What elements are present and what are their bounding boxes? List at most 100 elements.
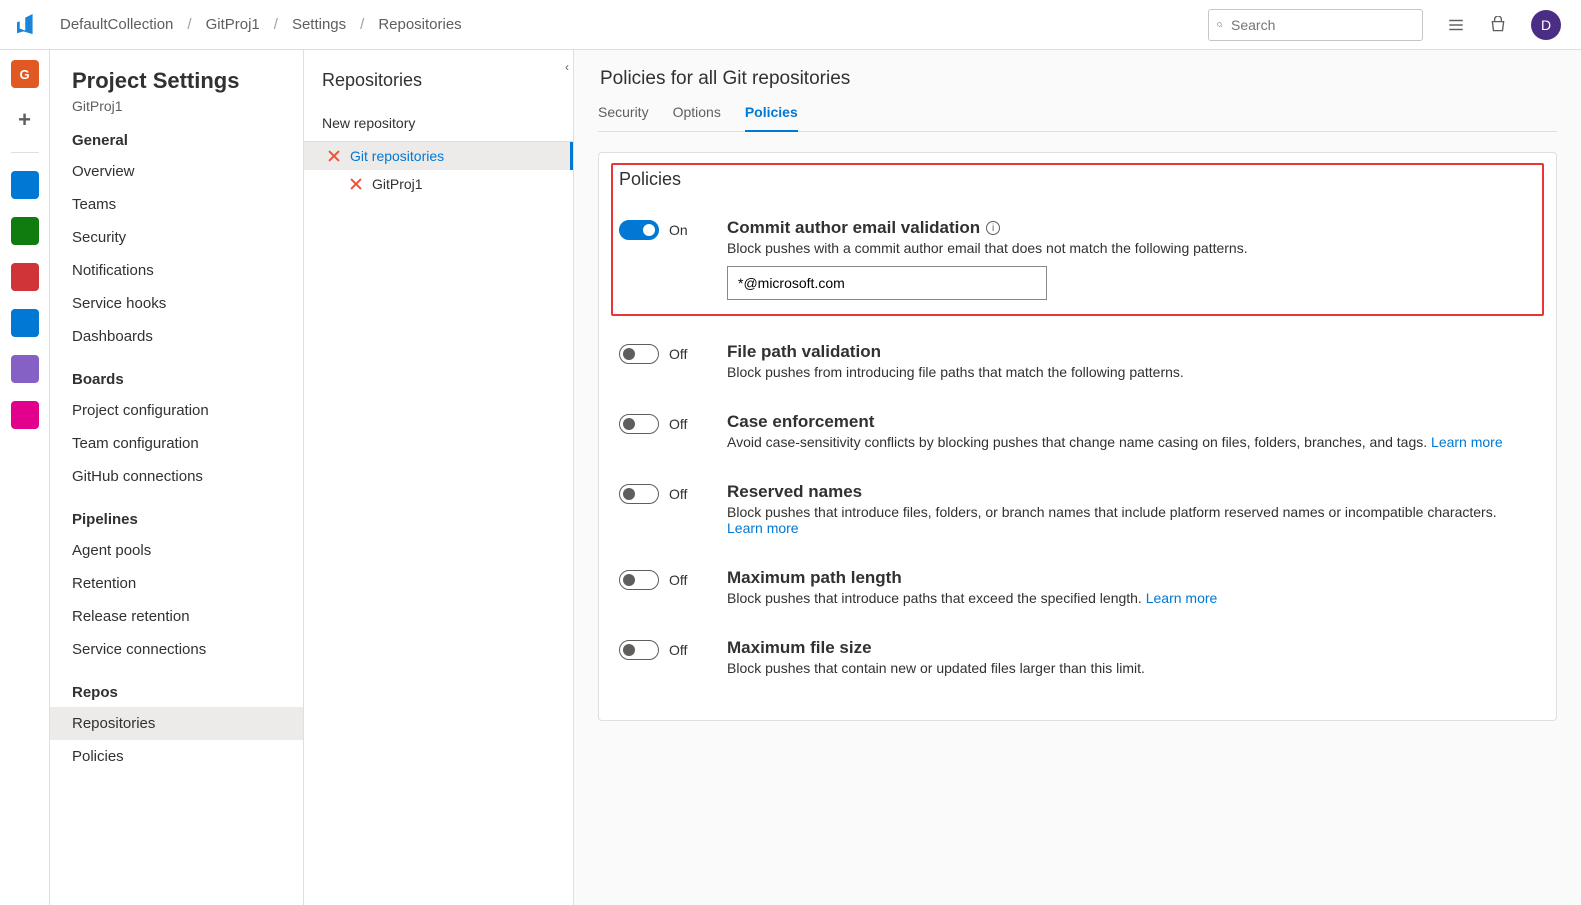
repos-subnav: ‹ Repositories New repository Git reposi… xyxy=(304,50,574,905)
settings-item-overview[interactable]: Overview xyxy=(50,155,303,188)
policy-desc: Block pushes with a commit author email … xyxy=(727,240,1536,256)
toggle-max-path[interactable] xyxy=(619,570,659,590)
policy-desc: Block pushes that introduce files, folde… xyxy=(727,504,1536,536)
settings-item-agent-pools[interactable]: Agent pools xyxy=(50,534,303,567)
policy-title: Case enforcement xyxy=(727,412,1536,432)
rail-market-icon[interactable] xyxy=(11,401,39,429)
policy-title: Reserved names xyxy=(727,482,1536,502)
repos-heading: Repositories xyxy=(322,70,573,91)
policy-row-max-file: OffMaximum file sizeBlock pushes that co… xyxy=(619,622,1536,692)
settings-item-policies[interactable]: Policies xyxy=(50,740,303,773)
toggle-file-path[interactable] xyxy=(619,344,659,364)
policies-card-heading: Policies xyxy=(619,169,1536,190)
toggle-state-label: Off xyxy=(669,642,687,658)
tab-security[interactable]: Security xyxy=(598,104,649,131)
tab-bar: Security Options Policies xyxy=(598,104,1557,132)
collapse-chevron-icon[interactable]: ‹ xyxy=(565,60,569,74)
toggle-case-enf[interactable] xyxy=(619,414,659,434)
rail-project-icon[interactable]: G xyxy=(11,60,39,88)
policy-body: Reserved namesBlock pushes that introduc… xyxy=(727,482,1536,536)
breadcrumb-sep: / xyxy=(360,16,364,33)
settings-item-dashboards[interactable]: Dashboards xyxy=(50,320,303,353)
topbar: DefaultCollection / GitProj1 / Settings … xyxy=(0,0,1581,50)
policy-desc: Block pushes from introducing file paths… xyxy=(727,364,1536,380)
toggle-wrap: Off xyxy=(619,568,705,590)
avatar[interactable]: D xyxy=(1531,10,1561,40)
marketplace-icon[interactable] xyxy=(1489,16,1507,34)
toggle-state-label: Off xyxy=(669,572,687,588)
toggle-wrap: Off xyxy=(619,638,705,660)
new-repository-link[interactable]: New repository xyxy=(304,105,573,142)
toggle-reserved[interactable] xyxy=(619,484,659,504)
settings-group-title: Boards xyxy=(72,371,303,388)
policy-desc: Block pushes that introduce paths that e… xyxy=(727,590,1536,606)
breadcrumb-sep: / xyxy=(187,16,191,33)
toggle-state-label: Off xyxy=(669,346,687,362)
policy-row-max-path: Off Maximum path length Block pushes that … xyxy=(619,552,1536,622)
rail-repos-icon[interactable] xyxy=(11,217,39,245)
tree-git-repositories[interactable]: Git repositories xyxy=(304,142,573,170)
tab-policies[interactable]: Policies xyxy=(745,104,798,132)
policy-body: Case enforcementAvoid case-sensitivity c… xyxy=(727,412,1536,450)
policy-title: Maximum path length xyxy=(727,568,1536,588)
settings-item-project-configuration[interactable]: Project configuration xyxy=(50,394,303,427)
settings-item-teams[interactable]: Teams xyxy=(50,188,303,221)
tree-root-label: Git repositories xyxy=(350,148,444,164)
policy-row-reserved: Off Reserved namesBlock pushes that intro… xyxy=(619,466,1536,552)
settings-group-title: Repos xyxy=(72,684,303,701)
project-name: GitProj1 xyxy=(72,98,303,114)
settings-item-service-connections[interactable]: Service connections xyxy=(50,633,303,666)
breadcrumb-item[interactable]: Settings xyxy=(292,16,346,33)
toggle-state-label: Off xyxy=(669,486,687,502)
rail-boards-icon[interactable] xyxy=(11,171,39,199)
policy-title: File path validation xyxy=(727,342,1536,362)
list-icon[interactable] xyxy=(1447,16,1465,34)
learn-more-link[interactable]: Learn more xyxy=(727,520,799,536)
policy-body: File path validation Block pushes from in… xyxy=(727,342,1536,380)
breadcrumb-item[interactable]: Repositories xyxy=(378,16,461,33)
learn-more-link[interactable]: Learn more xyxy=(1146,590,1218,606)
toggle-state-label: On xyxy=(669,222,688,238)
main-content: Policies for all Git repositories Securi… xyxy=(574,50,1581,905)
policy-body: Commit author email validationiBlock pus… xyxy=(727,218,1536,300)
policy-body: Maximum path length Block pushes that int… xyxy=(727,568,1536,606)
policy-row-case-enf: Off Case enforcementAvoid case-sensitivit… xyxy=(619,396,1536,466)
breadcrumb-item[interactable]: DefaultCollection xyxy=(60,16,173,33)
page-title: Policies for all Git repositories xyxy=(600,68,1557,90)
search-box[interactable] xyxy=(1208,9,1423,41)
settings-heading: Project Settings xyxy=(72,68,303,94)
toggle-wrap: Off xyxy=(619,412,705,434)
learn-more-link[interactable]: Learn more xyxy=(1431,434,1503,450)
settings-item-notifications[interactable]: Notifications xyxy=(50,254,303,287)
settings-group-title: Pipelines xyxy=(72,511,303,528)
settings-group-title: General xyxy=(72,132,303,149)
toggle-max-file[interactable] xyxy=(619,640,659,660)
topbar-actions: D xyxy=(1447,10,1565,40)
settings-item-release-retention[interactable]: Release retention xyxy=(50,600,303,633)
toggle-wrap: Off xyxy=(619,482,705,504)
rail-pipelines-icon[interactable] xyxy=(11,263,39,291)
settings-item-security[interactable]: Security xyxy=(50,221,303,254)
git-icon xyxy=(326,148,342,164)
git-icon xyxy=(348,176,364,192)
policy-row-commit-email: Policies On Commit author email validation… xyxy=(611,163,1544,316)
tab-options[interactable]: Options xyxy=(673,104,721,131)
settings-item-retention[interactable]: Retention xyxy=(50,567,303,600)
tree-repo-item[interactable]: GitProj1 xyxy=(304,170,573,198)
toggle-commit-email[interactable] xyxy=(619,220,659,240)
breadcrumb-item[interactable]: GitProj1 xyxy=(206,16,260,33)
settings-item-service-hooks[interactable]: Service hooks xyxy=(50,287,303,320)
search-input[interactable] xyxy=(1229,16,1414,34)
breadcrumb-sep: / xyxy=(274,16,278,33)
settings-item-github-connections[interactable]: GitHub connections xyxy=(50,460,303,493)
policy-input-commit-email[interactable] xyxy=(727,266,1047,300)
tree-repo-label: GitProj1 xyxy=(372,176,423,192)
nav-rail: G+ xyxy=(0,50,50,905)
rail-test-icon[interactable] xyxy=(11,309,39,337)
rail-artifacts-icon[interactable] xyxy=(11,355,39,383)
azure-devops-logo-icon[interactable] xyxy=(16,13,40,37)
settings-item-repositories[interactable]: Repositories xyxy=(50,707,303,740)
settings-item-team-configuration[interactable]: Team configuration xyxy=(50,427,303,460)
rail-add-icon[interactable]: + xyxy=(11,106,39,134)
info-icon[interactable]: i xyxy=(986,221,1000,235)
